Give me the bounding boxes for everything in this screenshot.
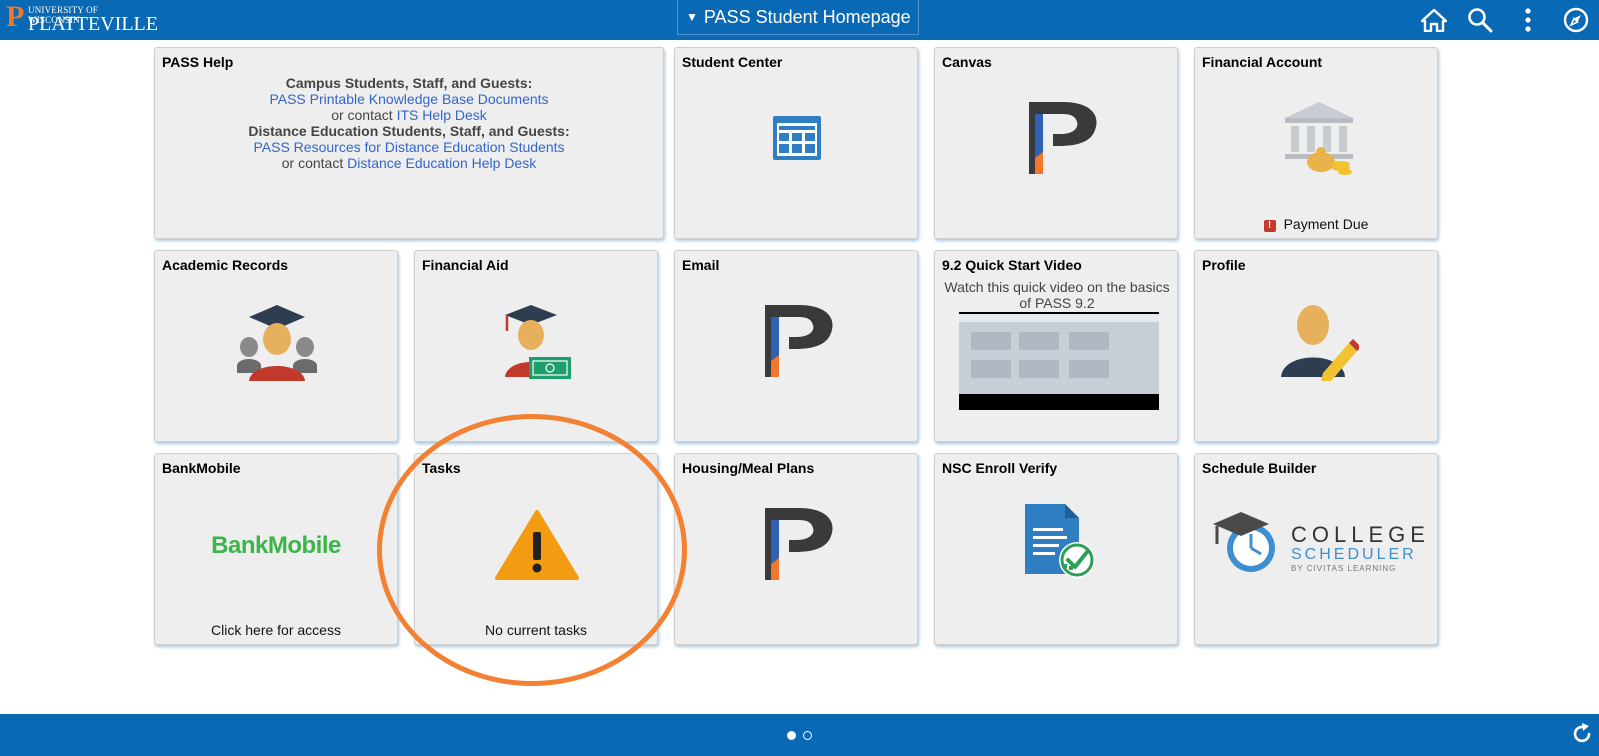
tile-title: Student Center [682,54,783,70]
tile-bankmobile[interactable]: BankMobile BankMobile Click here for acc… [154,453,398,645]
tasks-status-text: No current tasks [485,622,587,638]
help-contact-prefix-2: or contact [281,155,348,171]
page-indicator-dot-2[interactable] [803,731,812,740]
link-knowledge-base[interactable]: PASS Printable Knowledge Base Documents [269,91,548,107]
tile-financial-aid[interactable]: Financial Aid [414,250,658,442]
alert-icon: ! [1263,220,1276,232]
link-distance-resources[interactable]: PASS Resources for Distance Education St… [253,139,564,155]
tile-title: Email [682,257,720,273]
top-banner: P UNIVERSITY OF WISCONSIN PLATTEVILLE ▼ … [0,0,1599,40]
graduates-group-icon [235,301,319,386]
wordmark-civitas: BY CIVITAS LEARNING [1291,564,1397,573]
logo-p-mark: P [6,0,25,33]
tile-title: Housing/Meal Plans [682,460,815,476]
tile-title: Canvas [942,54,992,70]
tile-canvas[interactable]: Canvas [934,47,1178,239]
tile-title: PASS Help [162,54,234,70]
tile-email[interactable]: Email [674,250,918,442]
browser-window-icon [773,116,821,165]
graduate-money-icon [499,301,575,386]
tile-student-center[interactable]: Student Center [674,47,918,239]
platteville-p-icon [759,303,835,384]
search-icon[interactable] [1466,6,1494,34]
college-scheduler-wordmark: COLLEGE SCHEDULER BY CIVITAS LEARNING [1291,524,1430,574]
tile-financial-account[interactable]: Financial Account ! Payment Due [1194,47,1438,239]
tile-schedule-builder[interactable]: Schedule Builder COLLEGE SCHEDULER BY CI… [1194,453,1438,645]
video-description: Watch this quick video on the basics of … [944,279,1170,311]
document-check-icon [1023,502,1099,587]
tile-title: Schedule Builder [1202,460,1317,476]
bankmobile-access-text: Click here for access [211,622,341,638]
link-distance-help-desk[interactable]: Distance Education Help Desk [347,155,536,171]
tile-academic-records[interactable]: Academic Records [154,250,398,442]
help-distance-heading: Distance Education Students, Staff, and … [248,123,570,139]
tile-housing-meal-plans[interactable]: Housing/Meal Plans [674,453,918,645]
wordmark-college: COLLEGE [1291,522,1430,547]
logo-platteville-text: PLATTEVILLE [28,13,158,35]
tile-title: Academic Records [162,257,289,273]
navigation-compass-icon[interactable] [1562,6,1590,34]
link-its-help-desk[interactable]: ITS Help Desk [397,107,487,123]
tile-title: BankMobile [162,460,241,476]
bottom-banner [0,714,1599,756]
tile-title: Tasks [422,460,461,476]
help-campus-heading: Campus Students, Staff, and Guests: [285,75,533,91]
profile-edit-icon [1279,301,1361,386]
payment-due-status: ! Payment Due [1195,216,1437,232]
platteville-p-icon [759,506,835,587]
tile-title: 9.2 Quick Start Video [942,257,1082,273]
wordmark-scheduler: SCHEDULER [1291,546,1417,563]
tile-profile[interactable]: Profile [1194,250,1438,442]
homepage-title: PASS Student Homepage [703,6,911,27]
help-contact-prefix-1: or contact [331,107,397,123]
payment-due-text: Payment Due [1283,216,1369,232]
tile-quick-start-video[interactable]: 9.2 Quick Start Video Watch this quick v… [934,250,1178,442]
tile-pass-help[interactable]: PASS Help Campus Students, Staff, and Gu… [154,47,664,239]
tile-title: NSC Enroll Verify [942,460,1058,476]
platteville-p-icon [1023,100,1099,181]
tile-title: Financial Account [1202,54,1323,70]
tile-title: Financial Aid [422,257,509,273]
refresh-icon[interactable] [1570,722,1594,751]
home-icon[interactable] [1420,6,1448,34]
warning-icon [495,510,579,585]
caret-down-icon: ▼ [686,10,698,24]
more-vertical-icon[interactable] [1514,6,1542,34]
uw-platteville-logo[interactable]: P UNIVERSITY OF WISCONSIN PLATTEVILLE [6,0,158,36]
college-scheduler-logo [1211,510,1277,579]
homepage-selector[interactable]: ▼ PASS Student Homepage [677,0,919,35]
video-thumbnail[interactable] [959,312,1159,410]
page-indicator-dot-1[interactable] [787,731,796,740]
bank-coins-icon [1281,100,1357,181]
bankmobile-logo: BankMobile [211,532,341,559]
tile-tasks[interactable]: Tasks No current tasks [414,453,658,645]
pass-help-content: Campus Students, Staff, and Guests: PASS… [155,75,663,171]
tile-title: Profile [1202,257,1246,273]
tile-nsc-enroll-verify[interactable]: NSC Enroll Verify [934,453,1178,645]
